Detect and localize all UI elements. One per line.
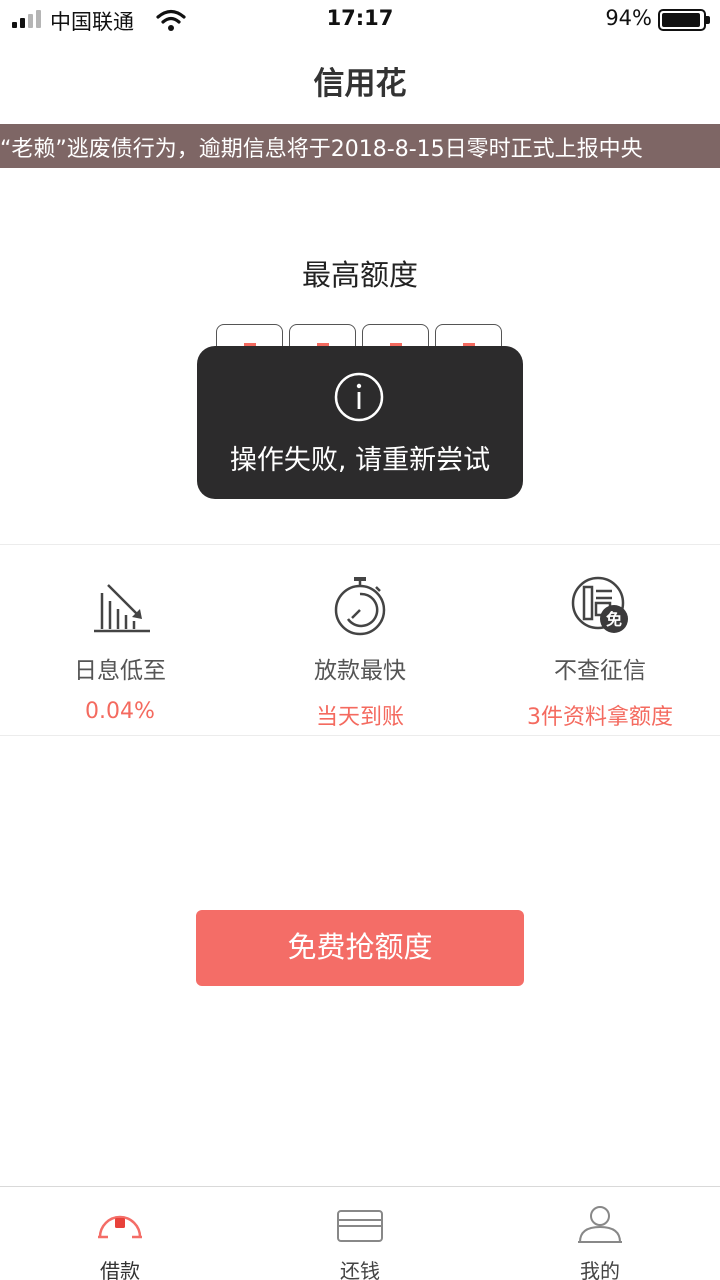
feature-item: 免 不查征信 3件资料拿额度 [480, 545, 720, 735]
feature-value: 3件资料拿额度 [527, 705, 673, 730]
stopwatch-icon [334, 577, 386, 636]
notice-text: “老赖”逃废债行为，逾期信息将于2018-8-15日零时正式上报中央 [0, 137, 643, 162]
no-credit-check-icon: 免 [571, 576, 628, 633]
feature-value: 0.04% [85, 699, 155, 724]
tab-repay[interactable]: 还钱 [240, 1187, 480, 1280]
feature-label: 放款最快 [314, 658, 406, 684]
error-toast: 操作失败, 请重新尝试 [197, 346, 523, 499]
tab-label: 借款 [100, 1259, 140, 1280]
status-bar: 中国联通 17:17 94% [0, 0, 720, 40]
tab-label: 还钱 [340, 1259, 380, 1280]
feature-strip: 日息低至 0.04% 放款最快 当天到账 免 不查征信 3件资料拿额度 [0, 544, 720, 736]
user-icon [578, 1206, 622, 1243]
card-icon [337, 1210, 383, 1242]
declining-chart-icon [94, 584, 150, 633]
page-title: 信用花 [313, 66, 407, 102]
feature-label: 不查征信 [554, 658, 646, 684]
info-icon [334, 372, 384, 422]
feature-value: 当天到账 [315, 705, 404, 730]
loan-icon [98, 1215, 142, 1239]
tab-bar: 借款 还钱 我的 [0, 1186, 720, 1280]
battery-icon [658, 9, 710, 31]
battery-percentage: 94% [605, 6, 652, 30]
tab-mine[interactable]: 我的 [480, 1187, 720, 1280]
grab-quota-button[interactable]: 免费抢额度 [196, 910, 524, 986]
notice-marquee: “老赖”逃废债行为，逾期信息将于2018-8-15日零时正式上报中央 [0, 124, 720, 168]
feature-item: 日息低至 0.04% [0, 545, 240, 735]
toast-message: 操作失败, 请重新尝试 [229, 445, 491, 476]
feature-label: 日息低至 [74, 658, 166, 684]
quota-title: 最高额度 [301, 258, 418, 292]
feature-item: 放款最快 当天到账 [240, 545, 480, 735]
tab-label: 我的 [580, 1259, 620, 1280]
svg-text:免: 免 [606, 610, 622, 629]
tab-loan[interactable]: 借款 [0, 1187, 240, 1280]
